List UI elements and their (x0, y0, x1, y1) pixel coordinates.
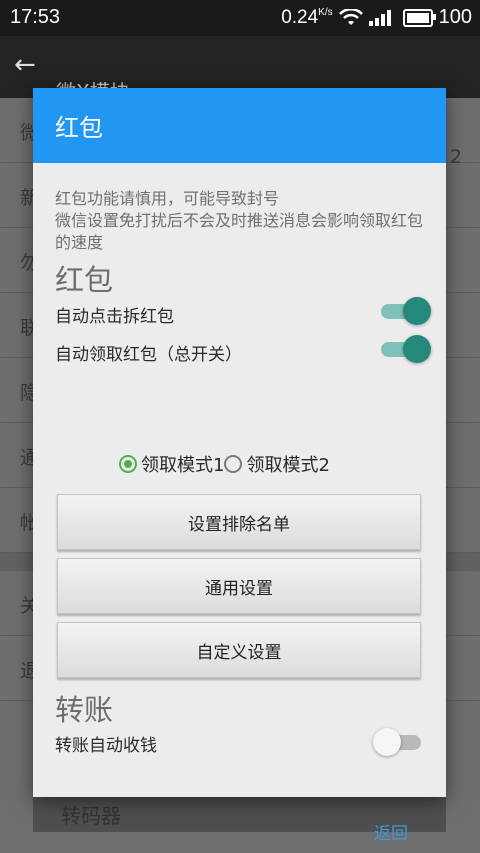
section-title-transfer: 转账 (55, 693, 114, 727)
mode1-label: 领取模式1 (141, 455, 225, 476)
status-indicators: 0.24K/s 100 (281, 6, 472, 29)
back-arrow-icon: ← (14, 50, 36, 80)
battery-level: 100 (438, 6, 472, 28)
battery-icon (402, 8, 436, 27)
radio-unchecked-icon (224, 455, 243, 473)
network-speed: 0.24K/s (281, 7, 332, 29)
background-card-label: 转码器 (61, 804, 121, 828)
auto-open-label: 自动点击拆红包 (55, 307, 174, 327)
auto-receive-switch[interactable] (379, 335, 431, 363)
auto-collect-label: 转账自动收钱 (55, 736, 157, 756)
network-speed-value: 0.24 (281, 6, 319, 28)
dialog-title: 红包 (55, 114, 103, 142)
mode2-radio[interactable]: 领取模式2 (224, 451, 330, 477)
auto-collect-switch[interactable] (373, 728, 423, 756)
wifi-icon (338, 8, 363, 25)
dialog-header: 红包 (33, 88, 446, 163)
section-title-redpacket: 红包 (55, 263, 114, 297)
auto-receive-label: 自动领取红包（总开关） (55, 345, 242, 365)
mode-radio-group: 领取模式1 领取模式2 (119, 451, 330, 477)
status-time: 17:53 (10, 6, 61, 28)
custom-settings-button[interactable]: 自定义设置 (57, 622, 421, 678)
warning-text: 红包功能请慎用，可能导致封号 微信设置免打扰后不会及时推送消息会影响领取红包的速… (55, 189, 424, 252)
back-button[interactable]: 返回 (374, 819, 408, 844)
mode2-label: 领取模式2 (246, 455, 330, 476)
radio-checked-icon (119, 455, 137, 473)
mode1-radio[interactable]: 领取模式1 (119, 451, 224, 477)
status-bar: 17:53 0.24K/s 100 (0, 0, 480, 36)
general-settings-button[interactable]: 通用设置 (57, 558, 421, 614)
redpacket-dialog: 红包 红包功能请慎用，可能导致封号 微信设置免打扰后不会及时推送消息会影响领取红… (33, 88, 446, 844)
exclude-list-button[interactable]: 设置排除名单 (57, 494, 421, 550)
auto-open-switch[interactable] (379, 297, 431, 325)
network-speed-unit: K/s (318, 6, 333, 18)
background-value: 2 (449, 146, 462, 168)
signal-icon (368, 9, 391, 26)
